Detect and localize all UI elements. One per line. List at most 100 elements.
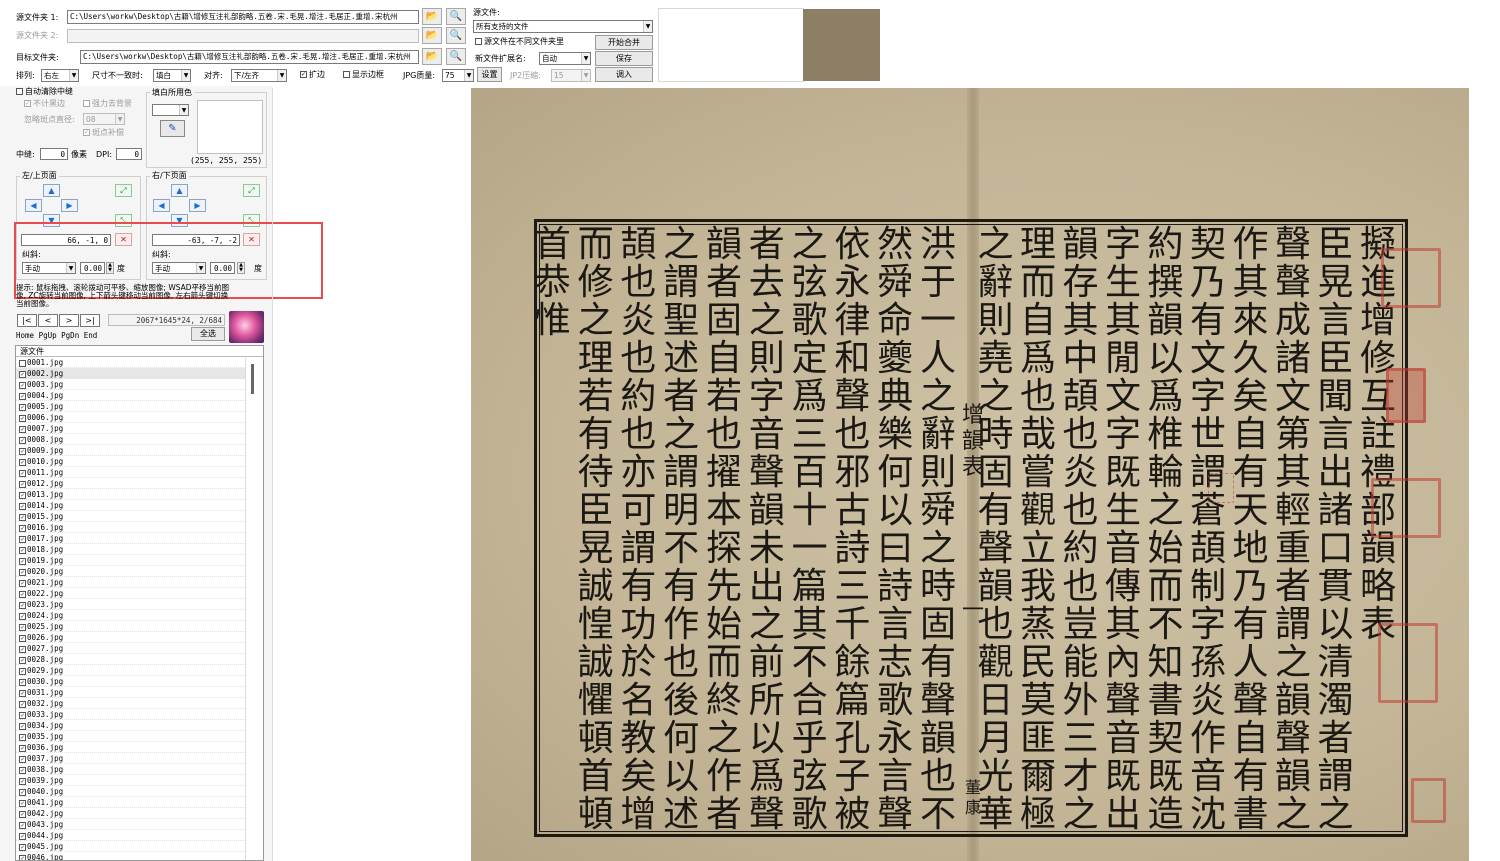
checkbox-checked-icon[interactable]: ✓ — [19, 612, 26, 620]
file-list-item[interactable]: ✓ 0012.jpg — [16, 478, 245, 489]
last-page-button[interactable]: >| — [80, 314, 100, 327]
file-list-item[interactable]: ✓ 0044.jpg — [16, 830, 245, 841]
file-list-item[interactable]: ✓ 0027.jpg — [16, 643, 245, 654]
file-list-item[interactable]: ✓ 0008.jpg — [16, 434, 245, 445]
checkbox-checked-icon[interactable]: ✓ — [19, 535, 26, 543]
checkbox-checked-icon[interactable]: ✓ — [19, 766, 26, 774]
file-list-item[interactable]: ✓ 0005.jpg — [16, 401, 245, 412]
checkbox-checked-icon[interactable]: ✓ — [19, 843, 26, 851]
file-list-item[interactable]: ✓ 0035.jpg — [16, 731, 245, 742]
checkbox-checked-icon[interactable]: ✓ — [19, 414, 26, 422]
file-list-item[interactable]: ✓ 0033.jpg — [16, 709, 245, 720]
dpi-input[interactable]: 0 — [116, 148, 142, 160]
size-mismatch-select[interactable]: 填白 ▼ — [153, 69, 191, 82]
checkbox-checked-icon[interactable]: ✓ — [19, 557, 26, 565]
checkbox-checked-icon[interactable]: ✓ — [19, 623, 26, 631]
checkbox-checked-icon[interactable]: ✓ — [19, 656, 26, 664]
source-files-select[interactable]: 所有支持的文件 ▼ — [473, 20, 653, 33]
prev-page-button[interactable]: < — [38, 314, 58, 327]
checkbox-checked-icon[interactable]: ✓ — [19, 491, 26, 499]
load-button[interactable]: 调入 — [595, 67, 653, 82]
checkbox-checked-icon[interactable]: ✓ — [19, 403, 26, 411]
checkbox-checked-icon[interactable]: ✓ — [19, 370, 26, 378]
file-list-item[interactable]: ✓ 0010.jpg — [16, 456, 245, 467]
file-list-item[interactable]: ✓ 0019.jpg — [16, 555, 245, 566]
checkbox-checked-icon[interactable]: ✓ — [19, 546, 26, 554]
file-list-item[interactable]: ✓ 0040.jpg — [16, 786, 245, 797]
file-list-item[interactable]: ✓ 0041.jpg — [16, 797, 245, 808]
file-list-item[interactable]: ✓ 0013.jpg — [16, 489, 245, 500]
checkbox-checked-icon[interactable]: ✓ — [19, 381, 26, 389]
checkbox-checked-icon[interactable]: ✓ — [19, 579, 26, 587]
checkbox-checked-icon[interactable]: ✓ — [19, 711, 26, 719]
checkbox-checked-icon[interactable]: ✓ — [19, 788, 26, 796]
file-list-item[interactable]: ✓ 0030.jpg — [16, 676, 245, 687]
file-list-item[interactable]: ✓ 0003.jpg — [16, 379, 245, 390]
file-list-item[interactable]: ✓ 0031.jpg — [16, 687, 245, 698]
move-left-icon[interactable]: ◀ — [153, 199, 170, 212]
file-list-item[interactable]: ✓ 0015.jpg — [16, 511, 245, 522]
file-list-item[interactable]: ✓ 0023.jpg — [16, 599, 245, 610]
file-list-item[interactable]: ✓ 0002.jpg — [16, 368, 245, 379]
file-list-item[interactable]: ✓ 0025.jpg — [16, 621, 245, 632]
checkbox-checked-icon[interactable]: ✓ — [19, 777, 26, 785]
arrange-select[interactable]: 右左 ▼ — [41, 69, 79, 82]
thumbnail-preview[interactable] — [803, 9, 880, 81]
checkbox-checked-icon[interactable]: ✓ — [19, 799, 26, 807]
checkbox-checked-icon[interactable]: ✓ — [19, 733, 26, 741]
file-list-item[interactable]: ✓ 0026.jpg — [16, 632, 245, 643]
file-list-item[interactable]: ✓ 0037.jpg — [16, 753, 245, 764]
strong-bg-checkbox[interactable]: 强力去背景 — [83, 99, 132, 109]
checkbox-checked-icon[interactable]: ✓ — [19, 810, 26, 818]
file-list-item[interactable]: ✓ 0018.jpg — [16, 544, 245, 555]
jp2-select[interactable]: 15 ▼ — [551, 69, 591, 82]
scan-image[interactable]: 擬進增修互註禮部韻略表 臣晃言臣聞言出諸口貫以清濁者謂之 聲聲成諸文第其輕重者謂之韻… — [471, 88, 1469, 861]
checkbox-checked-icon[interactable]: ✓ — [19, 755, 26, 763]
show-border-checkbox[interactable]: 显示边框 — [343, 70, 384, 80]
settings-button[interactable]: 设置 — [477, 67, 502, 82]
checkbox-checked-icon[interactable]: ✓ — [19, 469, 26, 477]
file-list-item[interactable]: 0001.jpg — [16, 357, 245, 368]
checkbox-checked-icon[interactable]: ✓ — [19, 667, 26, 675]
checkbox-icon[interactable] — [19, 359, 26, 367]
file-list-item[interactable]: ✓ 0014.jpg — [16, 500, 245, 511]
file-list-item[interactable]: ✓ 0006.jpg — [16, 412, 245, 423]
scrollbar[interactable] — [245, 358, 263, 860]
new-ext-select[interactable]: 自动 ▼ — [539, 52, 591, 65]
checkbox-checked-icon[interactable]: ✓ — [19, 744, 26, 752]
checkbox-checked-icon[interactable]: ✓ — [19, 480, 26, 488]
file-list-item[interactable]: ✓ 0034.jpg — [16, 720, 245, 731]
file-list-item[interactable]: ✓ 0020.jpg — [16, 566, 245, 577]
open-folder-icon[interactable]: 📂 — [422, 8, 442, 25]
expand-checkbox[interactable]: ✓ 扩边 — [300, 70, 325, 80]
jpg-quality-select[interactable]: 75 ▼ — [442, 69, 474, 82]
move-right-icon[interactable]: ▶ — [61, 199, 78, 212]
move-up-icon[interactable]: ▲ — [43, 184, 60, 197]
merge-button[interactable]: 开始合并 — [595, 35, 653, 50]
file-list[interactable]: 源文件 0001.jpg ✓ 0002.jpg ✓ 0003.jpg ✓ 0004.jpg ✓… — [15, 345, 264, 861]
no-black-edge-checkbox[interactable]: ✓ 不计黑边 — [24, 99, 65, 109]
file-list-item[interactable]: ✓ 0043.jpg — [16, 819, 245, 830]
checkbox-checked-icon[interactable]: ✓ — [19, 634, 26, 642]
checkbox-checked-icon[interactable]: ✓ — [19, 832, 26, 840]
file-list-item[interactable]: ✓ 0046.jpg — [16, 852, 245, 860]
file-list-item[interactable]: ✓ 0011.jpg — [16, 467, 245, 478]
scrollbar-thumb[interactable] — [251, 364, 254, 394]
file-list-item[interactable]: ✓ 0039.jpg — [16, 775, 245, 786]
move-up-icon[interactable]: ▲ — [171, 184, 188, 197]
checkbox-checked-icon[interactable]: ✓ — [19, 645, 26, 653]
file-list-item[interactable]: ✓ 0036.jpg — [16, 742, 245, 753]
move-left-icon[interactable]: ◀ — [25, 199, 42, 212]
checkbox-checked-icon[interactable]: ✓ — [19, 722, 26, 730]
file-list-item[interactable]: ✓ 0021.jpg — [16, 577, 245, 588]
next-page-button[interactable]: > — [59, 314, 79, 327]
fill-color-select[interactable]: ▼ — [152, 104, 189, 116]
open-folder-icon[interactable]: 📂 — [422, 27, 442, 44]
file-list-item[interactable]: ✓ 0022.jpg — [16, 588, 245, 599]
checkbox-checked-icon[interactable]: ✓ — [19, 568, 26, 576]
file-list-item[interactable]: ✓ 0007.jpg — [16, 423, 245, 434]
file-list-item[interactable]: ✓ 0017.jpg — [16, 533, 245, 544]
checkbox-checked-icon[interactable]: ✓ — [19, 821, 26, 829]
checkbox-checked-icon[interactable]: ✓ — [19, 601, 26, 609]
checkbox-checked-icon[interactable]: ✓ — [19, 678, 26, 686]
